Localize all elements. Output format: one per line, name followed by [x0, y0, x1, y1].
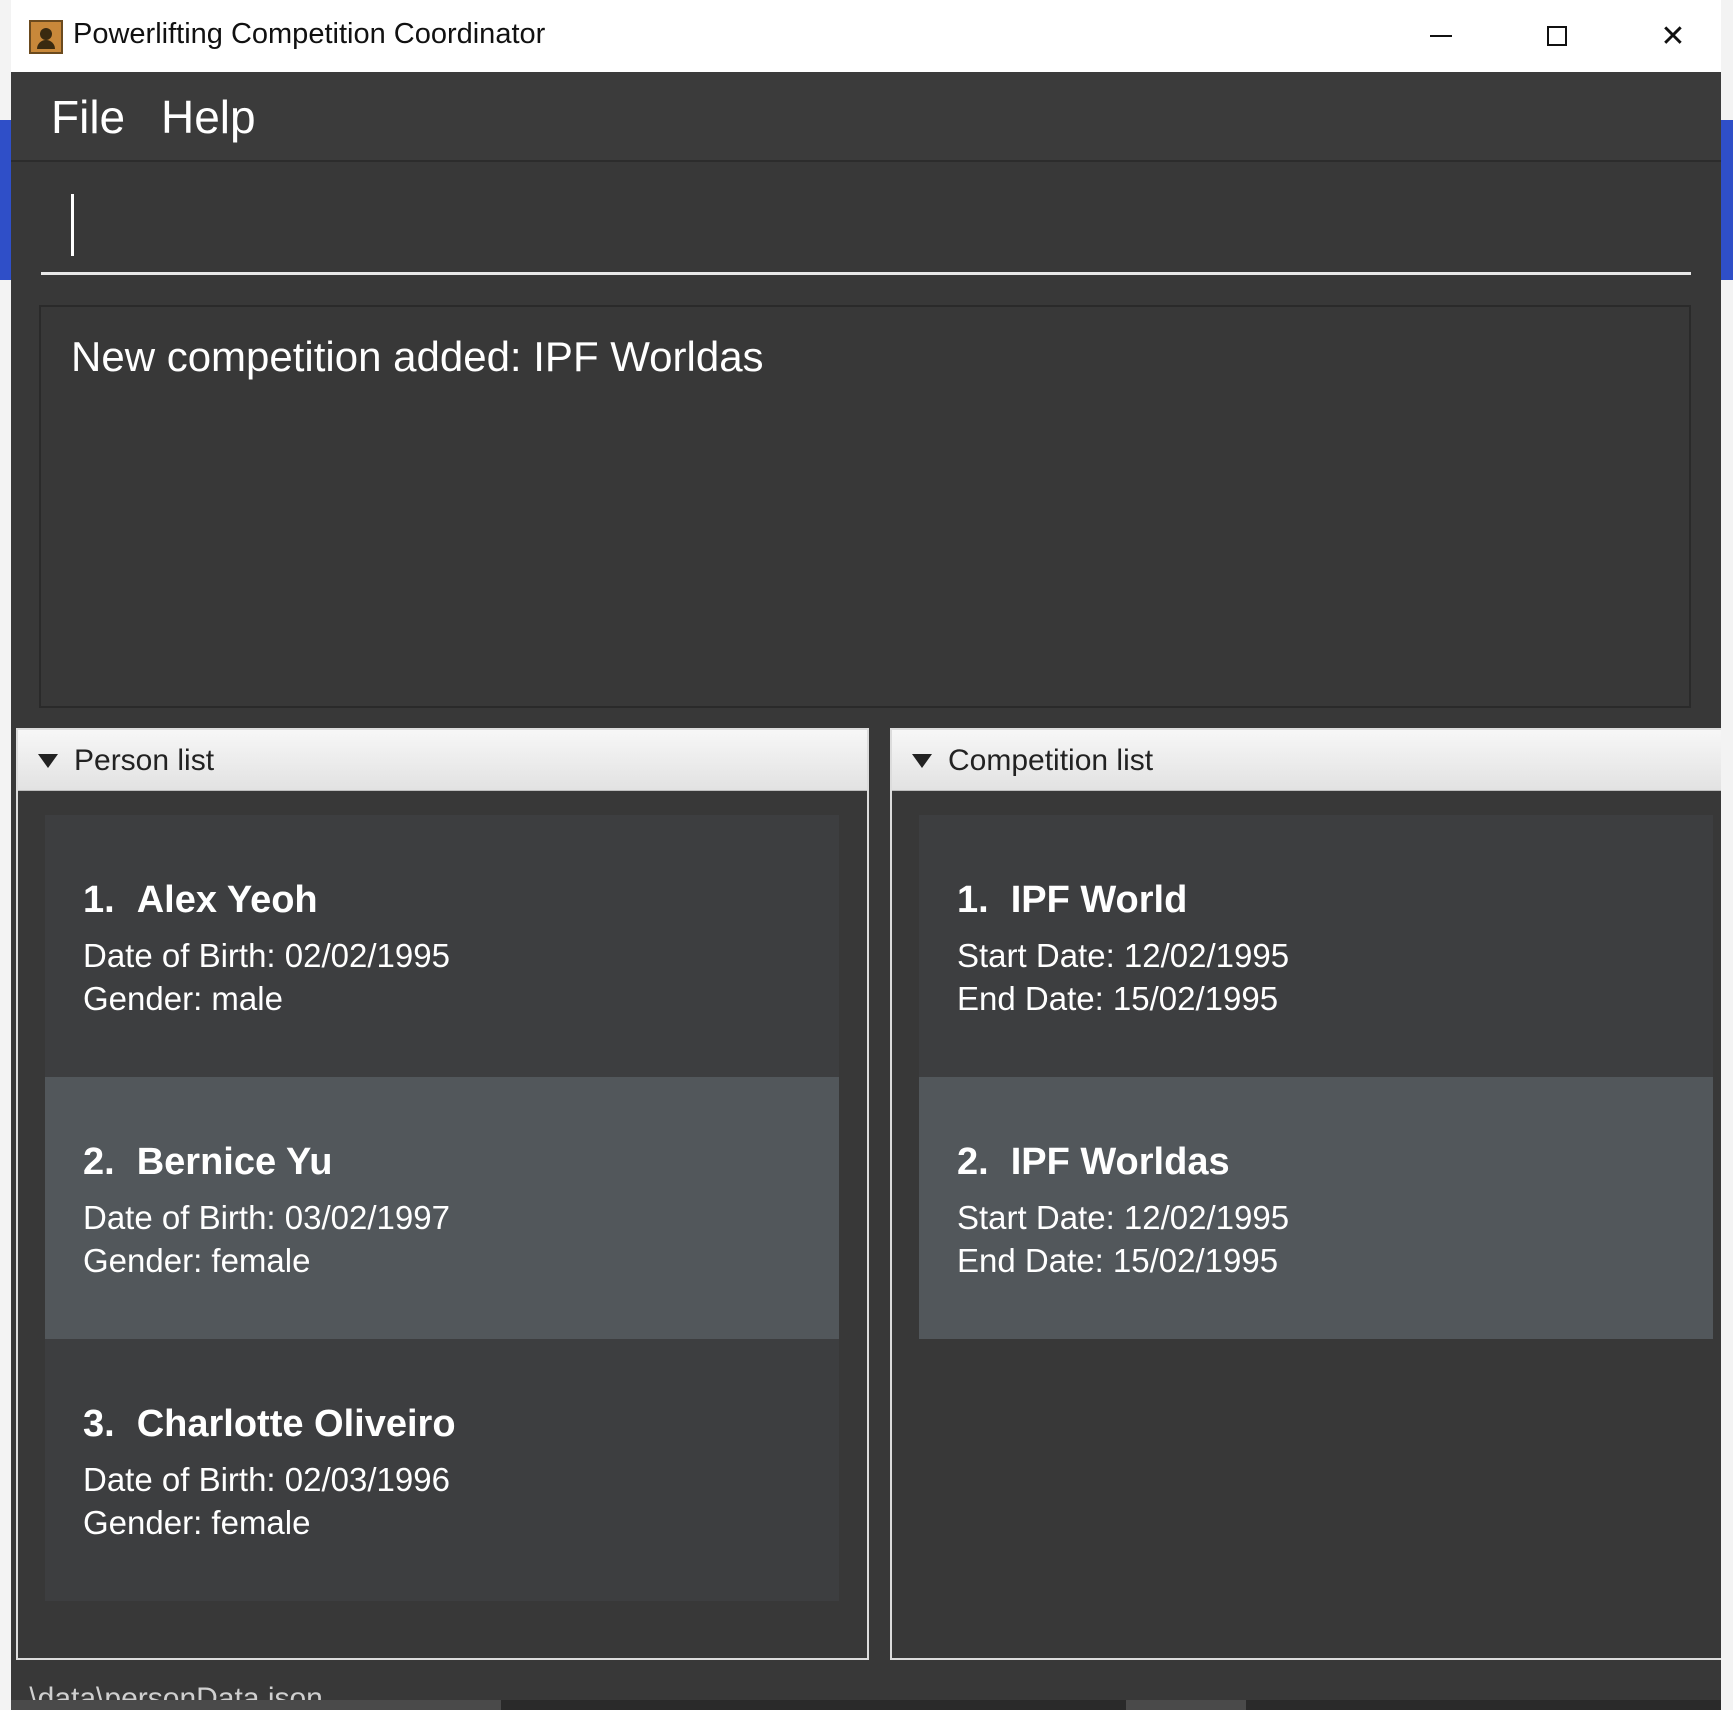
competition-end-date: End Date: 15/02/1995 [957, 980, 1279, 1017]
text-caret [71, 194, 74, 256]
close-button[interactable]: ✕ [1615, 0, 1721, 72]
title-bar[interactable]: Powerlifting Competition Coordinator ✕ [11, 0, 1721, 73]
competition-index: 1. [957, 879, 989, 921]
command-input[interactable] [41, 182, 1691, 275]
maximize-icon [1547, 26, 1567, 46]
person-list-title: Person list [74, 744, 215, 777]
close-icon: ✕ [1660, 19, 1686, 53]
competition-name: 1. IPF World [957, 879, 1187, 922]
person-list-panel: Person list 1. Alex Yeoh Date of Birth: 0… [16, 728, 869, 1660]
person-gender: Gender: male [83, 980, 283, 1017]
maximize-button[interactable] [1499, 0, 1615, 72]
person-name-text: Alex Yeoh [136, 879, 318, 921]
desktop-background-right [1721, 0, 1733, 1710]
person-card[interactable]: 1. Alex Yeoh Date of Birth: 02/02/1995 Ge… [45, 815, 839, 1077]
result-display[interactable]: New competition added: IPF Worldas [39, 305, 1691, 708]
person-name: 2. Bernice Yu [83, 1141, 332, 1184]
competition-name-text: IPF World [1010, 879, 1188, 921]
person-dob: Date of Birth: 02/03/1996 [83, 1461, 450, 1498]
competition-name-text: IPF Worldas [1010, 1141, 1230, 1183]
scrollbar-thumb[interactable] [1126, 1700, 1246, 1710]
person-list-header[interactable]: Person list [18, 730, 867, 791]
person-dob: Date of Birth: 02/02/1995 [83, 937, 450, 974]
person-dob: Date of Birth: 03/02/1997 [83, 1199, 450, 1236]
person-card-selected[interactable]: 2. Bernice Yu Date of Birth: 03/02/1997 G… [45, 1077, 839, 1339]
command-area [11, 162, 1721, 288]
person-name-text: Charlotte Oliveiro [136, 1403, 456, 1445]
menu-bar: File Help [11, 72, 1721, 162]
menu-help[interactable]: Help [161, 90, 256, 144]
person-gender: Gender: female [83, 1242, 311, 1279]
status-bar: .\data\personData.json [11, 1660, 1721, 1710]
app-window: Powerlifting Competition Coordinator ✕ F… [11, 0, 1721, 1710]
scrollbar-thumb[interactable] [11, 1700, 501, 1710]
minimize-icon [1430, 35, 1452, 37]
minimize-button[interactable] [1383, 0, 1499, 72]
menu-file[interactable]: File [51, 90, 125, 144]
competition-end-date: End Date: 15/02/1995 [957, 1242, 1279, 1279]
window-title: Powerlifting Competition Coordinator [73, 18, 546, 50]
person-index: 2. [83, 1141, 115, 1183]
address-book-icon [29, 20, 63, 54]
desktop-background-left [0, 0, 11, 1710]
competition-index: 2. [957, 1141, 989, 1183]
person-name: 1. Alex Yeoh [83, 879, 318, 922]
competition-list-header[interactable]: Competition list [892, 730, 1721, 791]
competition-card[interactable]: 1. IPF World Start Date: 12/02/1995 End D… [919, 815, 1713, 1077]
competition-list-panel: Competition list 1. IPF World Start Date:… [890, 728, 1721, 1660]
person-gender: Gender: female [83, 1504, 311, 1541]
competition-list-title: Competition list [948, 744, 1154, 777]
collapse-triangle-icon [912, 754, 932, 768]
person-index: 1. [83, 879, 115, 921]
result-message: New competition added: IPF Worldas [71, 333, 764, 380]
person-index: 3. [83, 1403, 115, 1445]
competition-start-date: Start Date: 12/02/1995 [957, 1199, 1290, 1236]
competition-card-selected[interactable]: 2. IPF Worldas Start Date: 12/02/1995 End… [919, 1077, 1713, 1339]
person-card[interactable]: 3. Charlotte Oliveiro Date of Birth: 02/0… [45, 1339, 839, 1601]
competition-start-date: Start Date: 12/02/1995 [957, 937, 1290, 974]
person-name-text: Bernice Yu [136, 1141, 333, 1183]
person-name: 3. Charlotte Oliveiro [83, 1403, 456, 1446]
competition-name: 2. IPF Worldas [957, 1141, 1230, 1184]
collapse-triangle-icon [38, 754, 58, 768]
